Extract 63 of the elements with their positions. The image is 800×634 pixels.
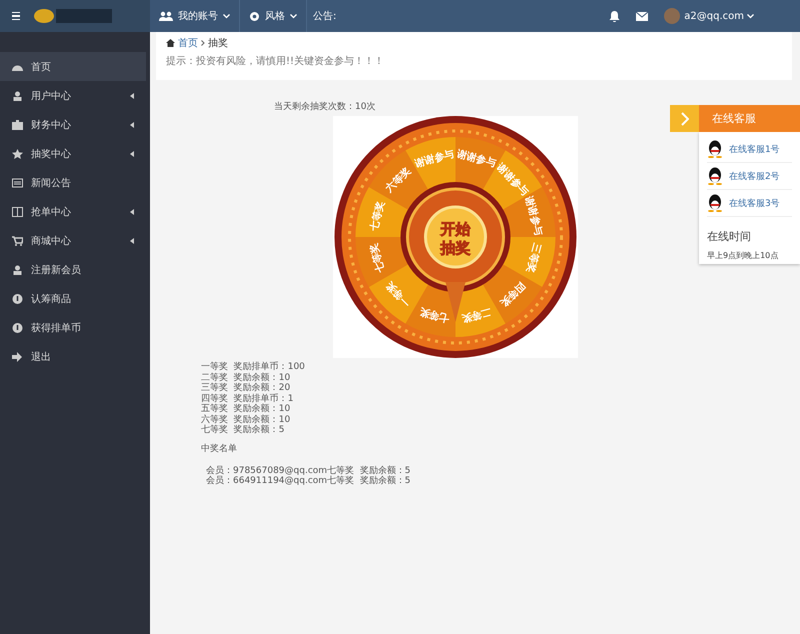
breadcrumb-link[interactable]: 首页 bbox=[178, 36, 198, 50]
winner-line: 会员：978567089@qq.com七等奖 奖励余额：5 bbox=[206, 466, 412, 476]
remaining-count: 当天剩余抽奖次数：10次 bbox=[274, 100, 376, 112]
caret-icon bbox=[130, 92, 134, 98]
breadcrumb-current: 抽奖 bbox=[208, 36, 228, 50]
hours-title: 在线时间 bbox=[707, 229, 752, 244]
winners-title: 中奖名单 bbox=[201, 442, 238, 454]
prize-line: 七等奖 奖励余额：5 bbox=[201, 425, 286, 436]
sidebar-item[interactable]: 抢单中心 bbox=[0, 197, 146, 226]
hours-text: 早上9点到晚上10点 bbox=[707, 250, 780, 261]
sidebar-item[interactable]: 退出 bbox=[0, 342, 146, 371]
chevron-down-icon bbox=[747, 14, 754, 18]
caret-icon bbox=[130, 238, 134, 244]
users-icon bbox=[159, 10, 173, 22]
cart-icon bbox=[12, 236, 23, 246]
news-icon bbox=[12, 178, 23, 188]
prize-line: 六等奖 奖励余额：10 bbox=[201, 414, 292, 424]
sidebar-item[interactable]: 抽奖中心 bbox=[0, 139, 146, 168]
info-icon bbox=[12, 322, 23, 332]
winner-line: 会员：664911194@qq.com七等奖 奖励余额：5 bbox=[206, 476, 412, 486]
info-icon bbox=[12, 294, 23, 304]
sidebar-item[interactable]: 财务中心 bbox=[0, 110, 146, 139]
briefcase-icon bbox=[12, 120, 23, 130]
chevron-down-icon bbox=[223, 14, 230, 18]
agent-link[interactable]: 在线客服1号 bbox=[729, 142, 780, 156]
bell-icon[interactable] bbox=[609, 10, 620, 22]
agent-link[interactable]: 在线客服3号 bbox=[729, 196, 780, 210]
penguin-icon bbox=[707, 194, 723, 212]
sign-out-icon bbox=[12, 352, 23, 362]
service-title: 在线客服 bbox=[699, 105, 800, 132]
sidebar-item[interactable]: 商城中心 bbox=[0, 226, 146, 255]
sidebar-item[interactable]: 新闻公告 bbox=[0, 168, 146, 197]
breadcrumb-separator-icon bbox=[201, 40, 205, 46]
prize-line: 三等奖 奖励余额：20 bbox=[201, 383, 292, 394]
prize-line: 四等奖 奖励排单币：1 bbox=[201, 394, 294, 404]
prize-wheel-drawing: 谢谢参与 谢谢参与 谢谢参与 三等奖 四等奖 二等奖 七等奖 一等奖 七等奖 七等奖 六等奖 谢谢参与 开始 抽奖 bbox=[333, 116, 578, 358]
gear-icon bbox=[249, 10, 260, 22]
home-icon bbox=[166, 39, 175, 47]
chevron-down-icon bbox=[290, 14, 297, 18]
agent-link[interactable]: 在线客服2号 bbox=[729, 170, 780, 182]
sidebar-item[interactable]: 用户中心 bbox=[0, 81, 146, 110]
sidebar-item[interactable]: 获得排单币 bbox=[0, 313, 146, 342]
prize-line: 一等奖 奖励排单币：100 bbox=[201, 362, 306, 372]
menu-icon[interactable] bbox=[12, 12, 20, 20]
caret-icon bbox=[130, 150, 134, 156]
sidebar-item[interactable]: 首页 bbox=[0, 52, 146, 81]
mail-icon[interactable] bbox=[636, 12, 648, 20]
prize-line: 二等奖 奖励余额：10 bbox=[201, 372, 292, 382]
caret-icon bbox=[130, 122, 134, 128]
penguin-icon bbox=[707, 140, 723, 158]
user-icon bbox=[12, 90, 23, 100]
prize-line: 五等奖 奖励余额：10 bbox=[201, 404, 292, 414]
tip-text: 提示：投资有风险，请慎用!!关键资金参与！！！ bbox=[166, 54, 386, 68]
sidebar-item[interactable]: 认筹商品 bbox=[0, 284, 146, 313]
sidebar-item[interactable]: 注册新会员 bbox=[0, 255, 146, 284]
star-icon bbox=[12, 148, 23, 158]
chevron-right-icon bbox=[680, 112, 688, 126]
penguin-icon bbox=[707, 167, 723, 185]
caret-icon bbox=[130, 208, 134, 214]
panel-icon bbox=[12, 206, 23, 216]
user-menu[interactable]: a2@qq.com bbox=[684, 10, 754, 22]
notice-label: 公告: bbox=[313, 10, 336, 23]
person-icon bbox=[12, 264, 23, 274]
